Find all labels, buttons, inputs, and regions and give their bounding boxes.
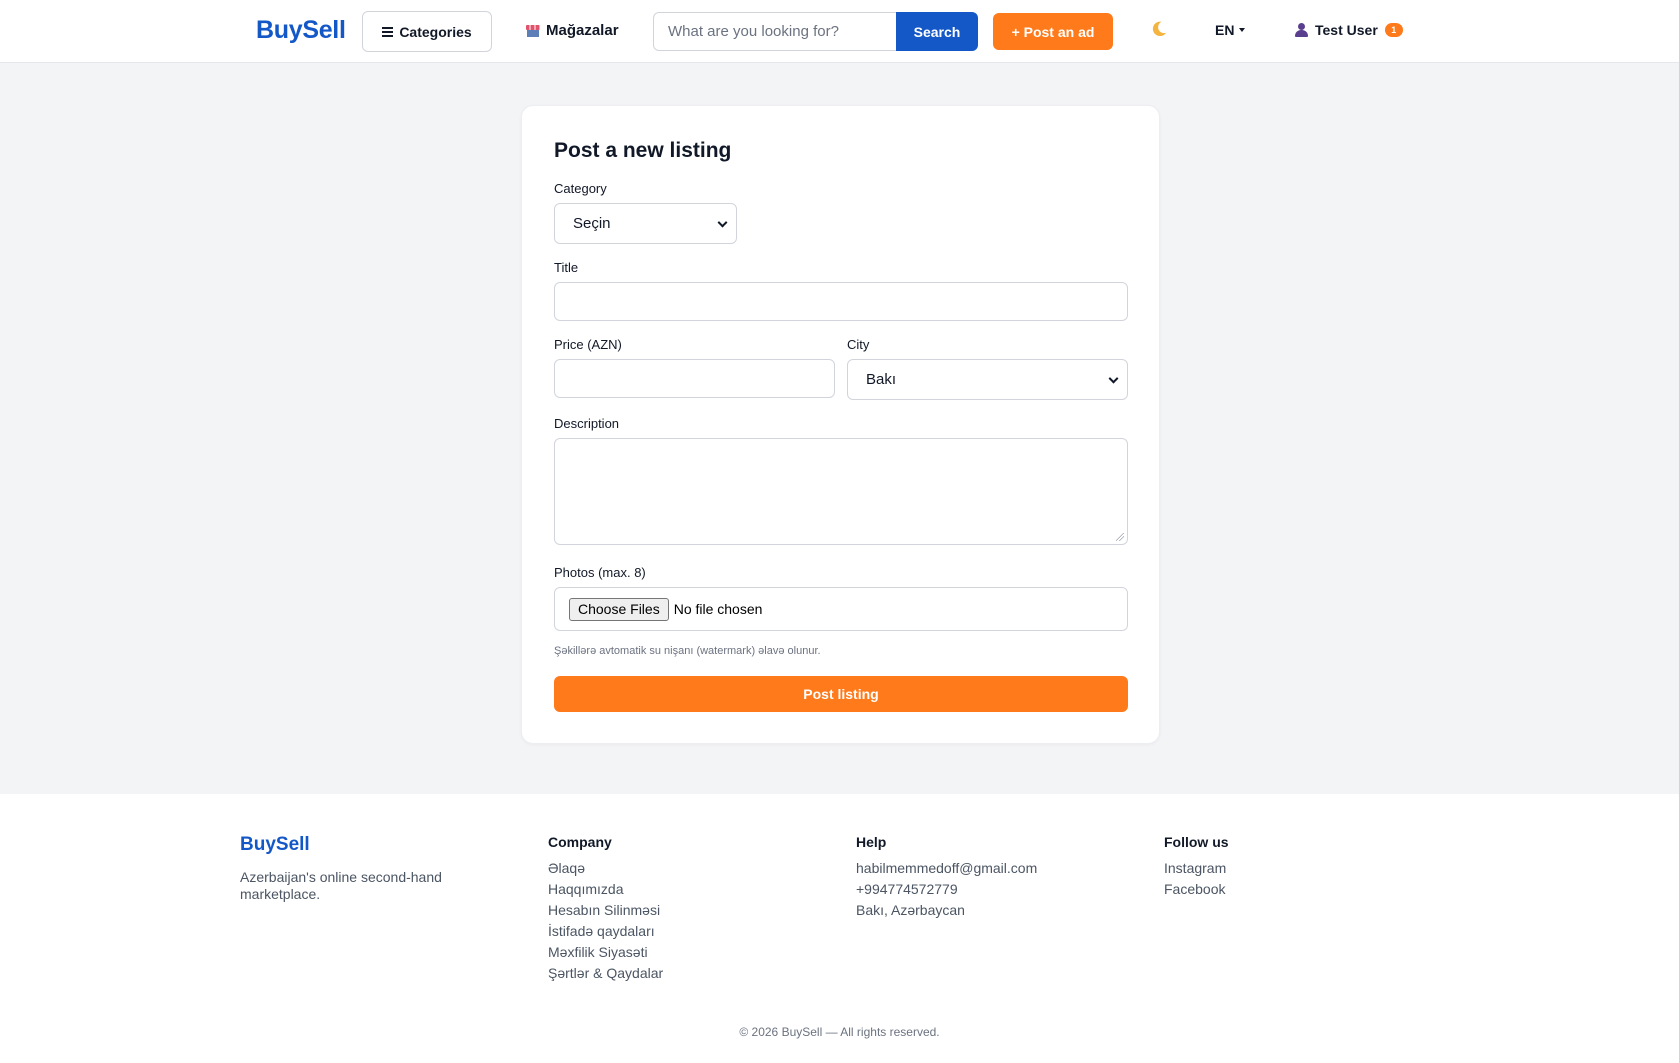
- footer-address: Bakı, Azərbaycan: [856, 902, 965, 918]
- photos-file-input[interactable]: Choose Files No file chosen: [554, 587, 1128, 631]
- footer-follow-column: Follow us Instagram Facebook: [1164, 834, 1229, 900]
- footer-company-column: Company Əlaqə Haqqımızda Hesabın Silinmə…: [548, 834, 663, 984]
- shops-label: Mağazalar: [546, 22, 619, 39]
- store-icon: [526, 24, 540, 37]
- language-label: EN: [1215, 22, 1235, 38]
- description-label: Description: [554, 416, 620, 431]
- footer-link-privacy-policy[interactable]: Məxfilik Siyasəti: [548, 942, 663, 963]
- search-input[interactable]: [653, 12, 896, 51]
- post-ad-button[interactable]: + Post an ad: [993, 13, 1113, 50]
- search-button[interactable]: Search: [896, 12, 978, 51]
- footer-logo[interactable]: BuySell: [240, 834, 310, 856]
- post-listing-button[interactable]: Post listing: [554, 676, 1128, 712]
- photos-label: Photos (max. 8): [554, 565, 646, 580]
- choose-files-button[interactable]: Choose Files: [569, 597, 669, 621]
- caret-down-icon: [1239, 28, 1246, 32]
- menu-icon: [382, 26, 394, 37]
- footer-heading-follow: Follow us: [1164, 834, 1229, 850]
- footer-link-instagram[interactable]: Instagram: [1164, 858, 1229, 879]
- categories-label: Categories: [399, 23, 472, 40]
- site-logo[interactable]: BuySell: [256, 16, 346, 45]
- category-label: Category: [554, 181, 607, 196]
- top-navbar: BuySell Categories Mağazalar Search + Po…: [0, 0, 1679, 63]
- footer-link-terms[interactable]: Şərtlər & Qaydalar: [548, 963, 663, 984]
- footer-link-account-deletion[interactable]: Hesabın Silinməsi: [548, 900, 663, 921]
- chevron-down-icon: [717, 217, 728, 228]
- site-footer: BuySell Azerbaijan's online second-hand …: [0, 794, 1679, 1063]
- category-value: Seçin: [573, 215, 611, 232]
- city-value: Bakı: [866, 371, 897, 388]
- footer-email-link[interactable]: habilmemmedoff@gmail.com: [856, 858, 1037, 879]
- footer-help-column: Help habilmemmedoff@gmail.com +994774572…: [856, 834, 1037, 921]
- price-input[interactable]: [554, 359, 835, 398]
- footer-heading-help: Help: [856, 834, 887, 850]
- footer-link-facebook[interactable]: Facebook: [1164, 879, 1229, 900]
- footer-heading-company: Company: [548, 834, 612, 850]
- footer-description: Azerbaijan's online second-hand marketpl…: [240, 869, 442, 902]
- copyright-text: © 2026 BuySell — All rights reserved.: [739, 1025, 940, 1039]
- description-textarea[interactable]: [554, 438, 1128, 545]
- user-menu[interactable]: Test User 1: [1295, 22, 1403, 38]
- city-label: City: [847, 337, 870, 352]
- footer-phone-link[interactable]: +994774572779: [856, 879, 1037, 900]
- city-select[interactable]: Bakı: [847, 359, 1128, 400]
- user-name: Test User: [1315, 22, 1378, 38]
- listing-form-card: Post a new listing Category Seçin Title …: [521, 105, 1160, 744]
- footer-link-usage-rules[interactable]: İstifadə qaydaları: [548, 921, 663, 942]
- notification-badge: 1: [1384, 23, 1403, 37]
- search-bar: Search: [653, 12, 978, 51]
- chevron-down-icon: [1108, 373, 1119, 384]
- title-label: Title: [554, 260, 579, 275]
- language-selector[interactable]: EN: [1215, 22, 1246, 38]
- price-label: Price (AZN): [554, 337, 622, 352]
- category-select[interactable]: Seçin: [554, 203, 737, 244]
- footer-link-about[interactable]: Haqqımızda: [548, 879, 663, 900]
- file-status: No file chosen: [673, 601, 763, 617]
- categories-button[interactable]: Categories: [362, 11, 492, 52]
- page-title: Post a new listing: [554, 139, 732, 162]
- title-input[interactable]: [554, 282, 1128, 321]
- shops-link[interactable]: Mağazalar: [526, 22, 619, 39]
- resize-handle-icon[interactable]: [1116, 533, 1124, 541]
- watermark-note: Şəkillərə avtomatik su nişanı (watermark…: [554, 645, 821, 657]
- moon-icon[interactable]: [1150, 20, 1168, 38]
- user-icon: [1295, 23, 1308, 37]
- footer-link-contact[interactable]: Əlaqə: [548, 858, 663, 879]
